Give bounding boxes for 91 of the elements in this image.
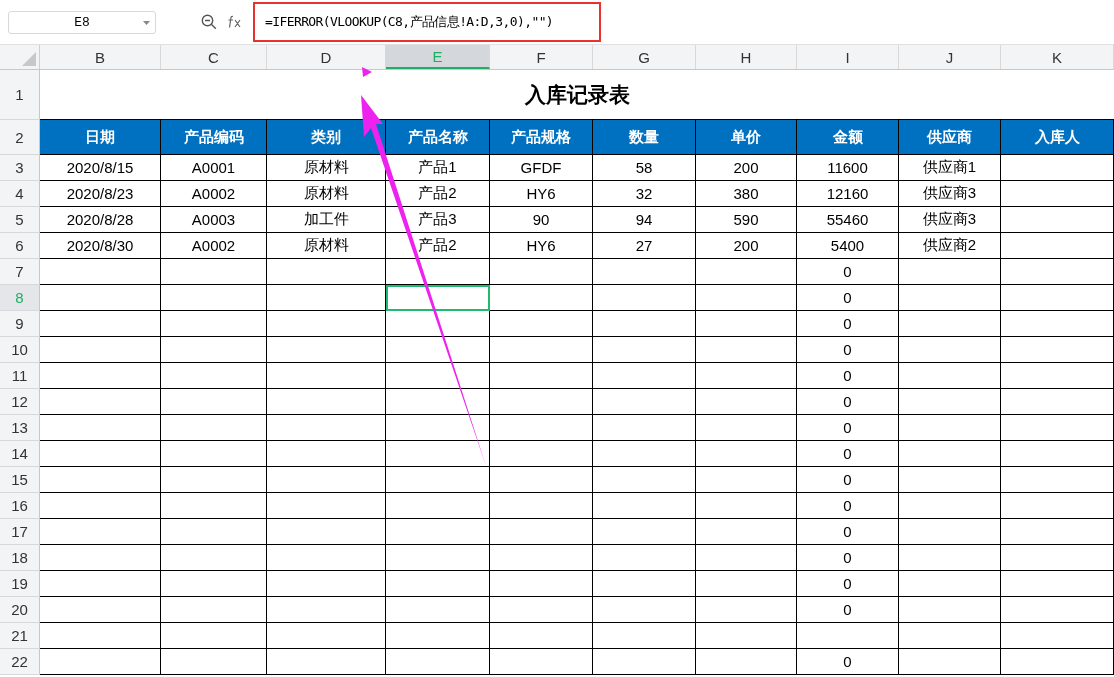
column-header[interactable]: C xyxy=(161,45,267,69)
row-header[interactable]: 10 xyxy=(0,337,40,363)
row-header[interactable]: 6 xyxy=(0,233,40,259)
table-cell: 加工件 xyxy=(267,207,386,233)
table-cell: 0 xyxy=(797,363,899,389)
header-cell: 数量 xyxy=(593,120,696,155)
row-header[interactable]: 7 xyxy=(0,259,40,285)
zoom-icon[interactable] xyxy=(201,14,217,30)
table-cell: 2020/8/28 xyxy=(40,207,161,233)
column-header[interactable]: K xyxy=(1001,45,1114,69)
table-cell: 12160 xyxy=(797,181,899,207)
table-cell: 2020/8/15 xyxy=(40,155,161,181)
caret-icon xyxy=(143,20,150,25)
header-cell: 单价 xyxy=(696,120,797,155)
table-cell: 供应商3 xyxy=(899,181,1001,207)
table-cell: 200 xyxy=(696,233,797,259)
column-header[interactable]: G xyxy=(593,45,696,69)
table-cell: 0 xyxy=(797,311,899,337)
column-header[interactable]: J xyxy=(899,45,1001,69)
table-cell: 0 xyxy=(797,649,899,675)
header-cell: 供应商 xyxy=(899,120,1001,155)
header-cell: 入库人 xyxy=(1001,120,1114,155)
table-cell: 11600 xyxy=(797,155,899,181)
row-header[interactable]: 17 xyxy=(0,519,40,545)
table-cell: 0 xyxy=(797,415,899,441)
table-cell: 380 xyxy=(696,181,797,207)
row-header[interactable]: 13 xyxy=(0,415,40,441)
header-cell: 类别 xyxy=(267,120,386,155)
row-header[interactable]: 3 xyxy=(0,155,40,181)
column-header[interactable]: I xyxy=(797,45,899,69)
header-cell: 产品名称 xyxy=(386,120,490,155)
table-cell: 0 xyxy=(797,441,899,467)
table-cell: A0002 xyxy=(161,233,267,259)
table-cell: A0003 xyxy=(161,207,267,233)
name-box[interactable]: E8 xyxy=(8,10,156,34)
table-cell: 0 xyxy=(797,259,899,285)
row-header[interactable]: 12 xyxy=(0,389,40,415)
table-cell: 90 xyxy=(490,207,593,233)
header-cell: 产品编码 xyxy=(161,120,267,155)
row-header[interactable]: 9 xyxy=(0,311,40,337)
table-cell: 0 xyxy=(797,467,899,493)
formula-field[interactable]: =IFERROR(VLOOKUP(C8,产品信息!A:D,3,0),"") xyxy=(253,2,601,42)
table-cell: 0 xyxy=(797,597,899,623)
table-cell: 0 xyxy=(797,571,899,597)
table-cell: 55460 xyxy=(797,207,899,233)
row-header[interactable]: 19 xyxy=(0,571,40,597)
table-cell: 58 xyxy=(593,155,696,181)
table-cell: 27 xyxy=(593,233,696,259)
header-cell: 产品规格 xyxy=(490,120,593,155)
table-cell: 0 xyxy=(797,285,899,311)
table-cell: 0 xyxy=(797,493,899,519)
triangle-mark xyxy=(362,67,372,77)
table-cell: 0 xyxy=(797,519,899,545)
table-cell: 供应商1 xyxy=(899,155,1001,181)
table-cell: HY6 xyxy=(490,181,593,207)
header-cell: 金额 xyxy=(797,120,899,155)
table-cell: 94 xyxy=(593,207,696,233)
table-cell: HY6 xyxy=(490,233,593,259)
column-header[interactable]: F xyxy=(490,45,593,69)
row-header[interactable]: 15 xyxy=(0,467,40,493)
table-cell: GFDF xyxy=(490,155,593,181)
header-cell: 日期 xyxy=(40,120,161,155)
table-cell: 原材料 xyxy=(267,181,386,207)
table-cell: 2020/8/23 xyxy=(40,181,161,207)
row-header[interactable]: 4 xyxy=(0,181,40,207)
function-icon[interactable] xyxy=(227,15,243,29)
table-cell: 590 xyxy=(696,207,797,233)
table-cell: 供应商3 xyxy=(899,207,1001,233)
table-cell: 原材料 xyxy=(267,233,386,259)
table-cell: 2020/8/30 xyxy=(40,233,161,259)
row-header[interactable]: 22 xyxy=(0,649,40,675)
table-cell: 0 xyxy=(797,337,899,363)
table-cell: A0001 xyxy=(161,155,267,181)
table-cell: 5400 xyxy=(797,233,899,259)
table-cell: 0 xyxy=(797,545,899,571)
row-header[interactable]: 1 xyxy=(0,70,40,120)
row-header[interactable]: 21 xyxy=(0,623,40,649)
row-header[interactable]: 5 xyxy=(0,207,40,233)
row-header[interactable]: 11 xyxy=(0,363,40,389)
table-cell: 0 xyxy=(797,389,899,415)
row-header[interactable]: 18 xyxy=(0,545,40,571)
table-cell: A0002 xyxy=(161,181,267,207)
table-cell: 200 xyxy=(696,155,797,181)
column-header[interactable]: H xyxy=(696,45,797,69)
row-header[interactable]: 20 xyxy=(0,597,40,623)
row-header[interactable]: 14 xyxy=(0,441,40,467)
column-header[interactable]: B xyxy=(40,45,161,69)
table-cell: 供应商2 xyxy=(899,233,1001,259)
table-cell: 32 xyxy=(593,181,696,207)
row-header[interactable]: 2 xyxy=(0,120,40,155)
row-header[interactable]: 16 xyxy=(0,493,40,519)
